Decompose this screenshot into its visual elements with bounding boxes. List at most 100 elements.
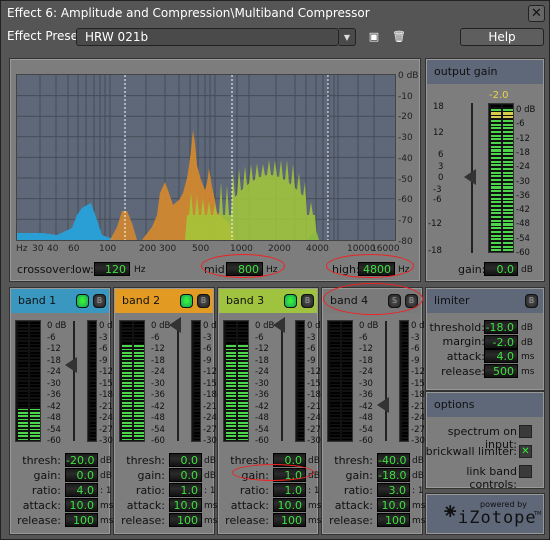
band-ratio-field[interactable]: 1.0 <box>169 483 202 497</box>
close-button[interactable]: ✕ <box>528 5 545 22</box>
limiter-bypass-button[interactable]: B <box>525 294 538 308</box>
band-gr-tick: -27 <box>203 424 217 435</box>
band-threshold-slider-thumb[interactable] <box>377 397 389 413</box>
help-button[interactable]: Help <box>460 28 544 46</box>
band-solo-button[interactable]: S <box>180 294 193 308</box>
band-gain-field[interactable]: 0.0 <box>65 468 98 482</box>
spectrum-display[interactable] <box>16 74 396 241</box>
brickwall-limiter-checkbox[interactable]: ✕ <box>519 445 532 458</box>
meter-segment <box>90 375 96 378</box>
limiter-margin-field[interactable]: -2.0 <box>484 335 518 349</box>
meter-segment <box>194 435 200 438</box>
band-threshold-slider-thumb[interactable] <box>65 357 77 373</box>
band-solo-button[interactable]: S <box>284 294 297 308</box>
meter-segment <box>134 372 144 374</box>
band-ratio-field[interactable]: 4.0 <box>65 483 98 497</box>
meter-segment <box>226 402 236 404</box>
meter-segment <box>402 392 408 394</box>
meter-segment <box>402 375 408 378</box>
meter-segment <box>90 338 96 341</box>
band-release-field[interactable]: 100 <box>273 513 306 527</box>
band-header: band 1 S B <box>11 289 109 313</box>
band-bypass-button[interactable]: B <box>301 294 314 308</box>
meter-segment <box>194 385 200 388</box>
spectrum-on-input-checkbox[interactable] <box>519 425 532 438</box>
band-meter-tick: -60 <box>255 436 269 446</box>
meter-segment <box>402 335 408 338</box>
meter-segment <box>402 325 408 328</box>
band-threshold-slider-track[interactable] <box>73 321 75 441</box>
band-gain-field[interactable]: -18.0 <box>377 468 410 482</box>
meter-segment <box>402 322 408 324</box>
meter-segment <box>122 432 132 434</box>
delete-preset-button[interactable]: 🗑 <box>392 30 406 43</box>
meter-segment <box>194 415 200 418</box>
link-band-controls-checkbox[interactable] <box>519 465 532 478</box>
output-gain-slider-thumb[interactable] <box>464 169 476 185</box>
band-release-field[interactable]: 100 <box>169 513 202 527</box>
band-thresh-field[interactable]: 0.0 <box>169 453 202 467</box>
limiter-threshold-field[interactable]: -18.0 <box>484 320 518 334</box>
band-threshold-slider-track[interactable] <box>281 321 283 441</box>
band-threshold-slider-thumb[interactable] <box>273 317 285 333</box>
meter-segment <box>90 335 96 338</box>
meter-segment <box>298 428 304 431</box>
meter-segment <box>330 382 340 384</box>
hz-tick-label: 40 <box>47 244 59 254</box>
preset-select[interactable]: HRW 021b <box>76 28 339 46</box>
band-solo-button[interactable]: S <box>76 294 89 308</box>
band-gr-tick: -21 <box>203 401 217 412</box>
meter-segment <box>30 348 40 351</box>
band-thresh-field[interactable]: -20.0 <box>65 453 98 467</box>
band-bypass-button[interactable]: B <box>93 294 106 308</box>
meter-segment <box>134 408 144 411</box>
band-gain-field[interactable]: 0.0 <box>169 468 202 482</box>
band-release-field[interactable]: 100 <box>65 513 98 527</box>
meter-segment <box>30 345 40 348</box>
meter-segment <box>238 392 248 394</box>
band-gr-tick: -12 <box>203 367 217 377</box>
band-gr-tick: -21 <box>411 401 425 412</box>
meter-segment <box>503 116 513 119</box>
band-ratio-field[interactable]: 1.0 <box>273 483 306 497</box>
meter-segment <box>330 365 340 368</box>
band-threshold-slider-track[interactable] <box>177 321 179 441</box>
band-bypass-button[interactable]: B <box>197 294 210 308</box>
preset-dropdown-button[interactable]: ▼ <box>339 28 356 46</box>
low-crossover-field[interactable]: 120 <box>94 262 130 276</box>
meter-segment <box>330 345 340 348</box>
band-threshold-slider-thumb[interactable] <box>169 317 181 333</box>
band-attack-field[interactable]: 10.0 <box>377 498 410 512</box>
band-ratio-field[interactable]: 3.0 <box>377 483 410 497</box>
band-attack-field[interactable]: 10.0 <box>169 498 202 512</box>
meter-segment <box>90 362 96 364</box>
band-attack-field[interactable]: 10.0 <box>65 498 98 512</box>
meter-segment <box>238 328 248 331</box>
meter-segment <box>194 365 200 368</box>
meter-segment <box>194 335 200 338</box>
band-threshold-slider-track[interactable] <box>385 321 387 441</box>
band-attack-field[interactable]: 10.0 <box>273 498 306 512</box>
band-thresh-label: thresh: <box>22 454 61 467</box>
band-release-field[interactable]: 100 <box>377 513 410 527</box>
meter-segment <box>134 435 144 438</box>
meter-segment <box>122 415 132 418</box>
meter-segment <box>226 358 236 361</box>
meter-segment <box>238 405 248 408</box>
meter-segment <box>18 358 28 361</box>
band-gr-tick: -18 <box>203 390 217 400</box>
meter-segment <box>503 190 513 193</box>
band-meter-tick: -42 <box>359 401 373 412</box>
band-thresh-field[interactable]: -40.0 <box>377 453 410 467</box>
save-preset-button[interactable]: ▣ <box>368 30 380 43</box>
meter-segment <box>298 415 304 418</box>
band-meter-tick: -18 <box>47 355 61 366</box>
meter-segment <box>226 418 236 421</box>
output-gain-field[interactable]: 0.0 <box>484 262 518 276</box>
output-meter-tick: -12 <box>516 133 530 144</box>
izotope-brand-text: iZotope <box>458 508 537 528</box>
band-attack-label: attack: <box>22 499 61 512</box>
limiter-release-field[interactable]: 500 <box>484 364 518 378</box>
meter-segment <box>342 372 352 374</box>
limiter-attack-field[interactable]: 4.0 <box>484 349 518 363</box>
